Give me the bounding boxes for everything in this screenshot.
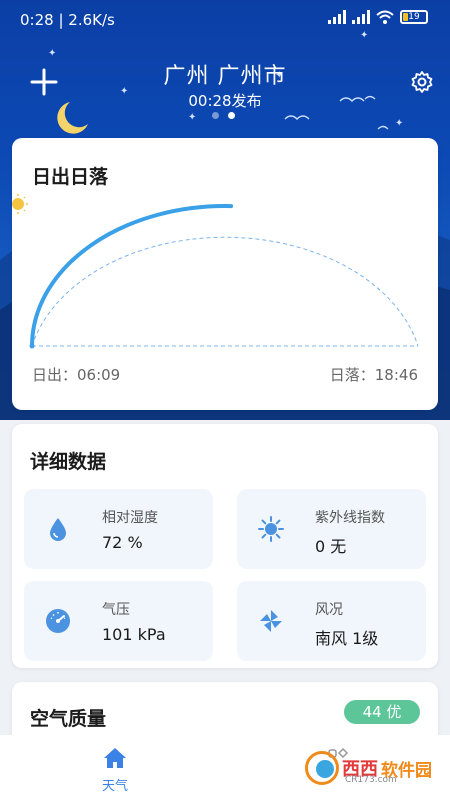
aqi-badge: 44 优 <box>344 700 420 724</box>
signal-icon <box>352 10 370 24</box>
star-icon: ✦ <box>188 112 197 123</box>
pinwheel-icon <box>260 610 282 632</box>
moon-icon <box>57 102 88 134</box>
status-icons: 19 <box>328 10 428 24</box>
tile-label: 风况 <box>315 602 343 618</box>
sun-path-dashed <box>31 236 419 347</box>
tile-label: 气压 <box>102 602 130 618</box>
page-dot <box>212 112 219 119</box>
status-time: 0:28 | 2.6K/s <box>20 11 115 29</box>
sunset-time: 日落：18:46 <box>329 366 418 384</box>
tile-value: 101 kPa <box>102 625 166 644</box>
page-indicator <box>212 112 235 119</box>
gauge-icon <box>46 609 70 633</box>
home-icon <box>104 748 126 768</box>
sunrise-time: 日出：06:09 <box>32 366 121 384</box>
gear-icon[interactable] <box>410 70 434 94</box>
nav-weather-tab[interactable]: 天气 <box>95 747 135 794</box>
droplet-icon <box>50 518 66 541</box>
sun-icon <box>258 516 284 542</box>
nav-label: 天气 <box>101 779 128 794</box>
wifi-icon <box>376 10 394 24</box>
card-title: 详细数据 <box>30 451 107 473</box>
pressure-tile[interactable]: 气压 101 kPa <box>24 581 213 661</box>
tile-value: 72 % <box>102 533 143 552</box>
bottom-nav: 天气 西西 软件园 CR173.com <box>0 735 450 800</box>
sun-icon <box>12 194 28 214</box>
card-title: 空气质量 <box>30 708 107 730</box>
tile-label: 紫外线指数 <box>315 510 385 526</box>
page-dot-active <box>228 112 235 119</box>
wind-tile[interactable]: 风况 南风 1级 <box>237 581 426 661</box>
humidity-tile[interactable]: 相对湿度 72 % <box>24 489 213 569</box>
tile-label: 相对湿度 <box>102 510 158 526</box>
status-bar: 0:28 | 2.6K/s 19 <box>0 0 450 40</box>
birds-icon <box>284 95 389 130</box>
watermark-logo: 西西 软件园 CR173.com <box>305 751 432 785</box>
battery-icon: 19 <box>400 10 428 24</box>
sun-path-progress <box>30 204 234 348</box>
city-name[interactable]: 广州 广州市 <box>0 58 450 90</box>
tile-value: 0 无 <box>315 537 347 556</box>
sunrise-point <box>29 343 35 349</box>
uv-index-tile[interactable]: 紫外线指数 0 无 <box>237 489 426 569</box>
signal-icon <box>328 10 346 24</box>
detail-data-card: 详细数据 相对湿度 72 % 紫外线指数 0 无 气压 101 kPa 风况 南… <box>12 424 438 668</box>
tile-value: 南风 1级 <box>315 629 379 648</box>
sunrise-sunset-card: 日出日落 日出：06:09 日落：18:46 <box>12 138 438 410</box>
watermark-circle-icon <box>305 751 339 785</box>
